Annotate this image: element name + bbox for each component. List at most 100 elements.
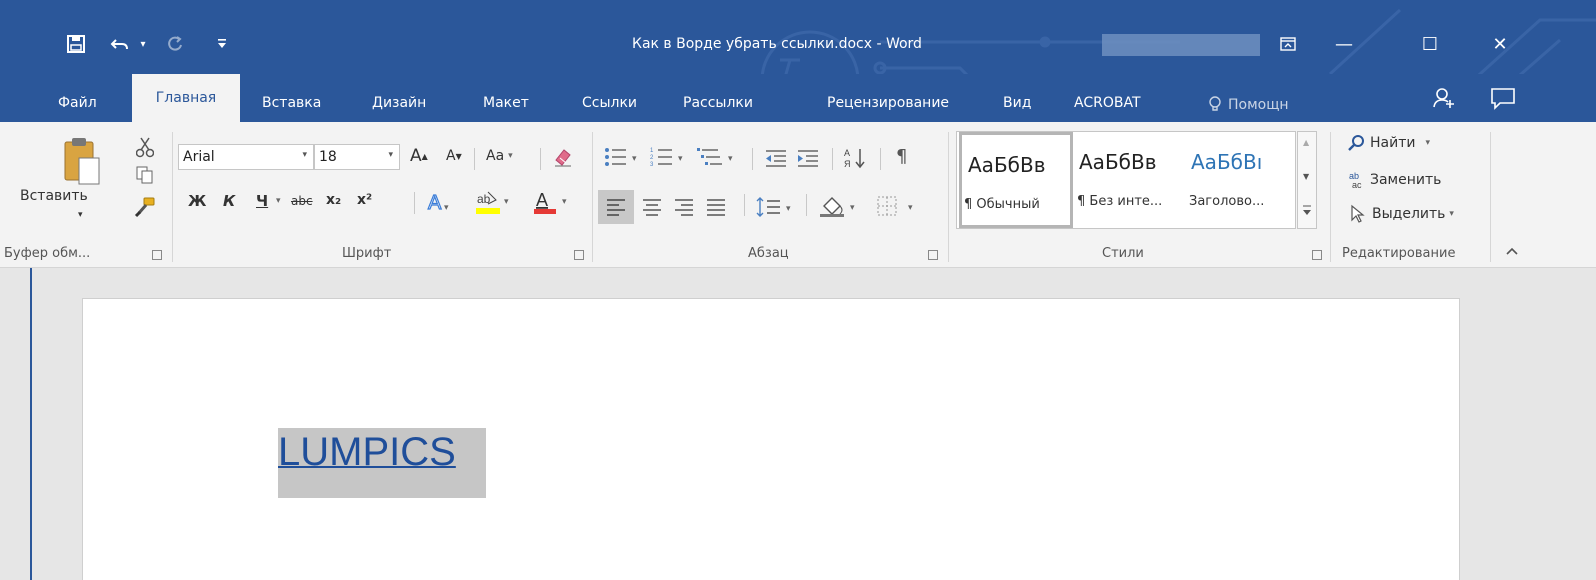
highlight-color-icon[interactable]: ab ▾	[474, 188, 514, 216]
tab-insert[interactable]: Вставка	[262, 88, 321, 122]
align-left-button[interactable]	[598, 190, 634, 224]
svg-text:▾: ▾	[562, 197, 567, 207]
replace-label: Заменить	[1370, 172, 1442, 188]
style-sample: АаБбВв	[1079, 150, 1157, 174]
group-separator	[948, 132, 949, 262]
font-color-icon[interactable]: A ▾	[532, 188, 572, 216]
italic-button[interactable]: К	[223, 192, 235, 210]
paste-dropdown-icon[interactable]: ▾	[78, 210, 83, 220]
cut-icon[interactable]	[136, 136, 154, 158]
scroll-down-icon[interactable]: ▼	[1303, 172, 1309, 181]
style-name: ¶ Без инте...	[1077, 194, 1163, 209]
maximize-button[interactable]: ☐	[1410, 28, 1450, 60]
separator	[752, 148, 753, 170]
styles-launcher-icon[interactable]	[1312, 250, 1322, 260]
find-button[interactable]: Найти ▾	[1348, 134, 1430, 152]
tab-design[interactable]: Дизайн	[372, 88, 426, 122]
scroll-up-icon[interactable]: ▲	[1303, 138, 1309, 147]
undo-icon[interactable]	[106, 30, 134, 58]
ribbon-tabs: Файл Главная Вставка Дизайн Макет Ссылки…	[0, 74, 1596, 122]
undo-dropdown-icon[interactable]: ▾	[136, 30, 150, 58]
justify-icon[interactable]	[706, 198, 726, 216]
paste-icon[interactable]	[62, 136, 102, 186]
superscript-button[interactable]: x²	[357, 192, 372, 208]
sort-icon[interactable]: АЯ	[844, 146, 868, 170]
change-case-button[interactable]: Aa ▾	[486, 148, 513, 164]
tell-me-box[interactable]: Помощн	[1208, 88, 1289, 122]
shrink-font-button[interactable]: A ▼	[446, 148, 462, 164]
line-spacing-icon[interactable]: ▾	[756, 196, 796, 218]
replace-button[interactable]: ab ac Заменить	[1348, 170, 1441, 190]
more-styles-icon[interactable]	[1301, 202, 1313, 218]
group-separator	[172, 132, 173, 262]
ribbon-display-options-icon[interactable]	[1268, 28, 1308, 60]
svg-text:▾: ▾	[908, 203, 913, 213]
font-group-label: Шрифт	[342, 246, 392, 261]
clear-formatting-icon[interactable]	[552, 146, 574, 168]
shading-icon[interactable]: ▾	[818, 194, 862, 218]
svg-text:ac: ac	[1352, 180, 1362, 190]
user-account-redacted[interactable]	[1102, 34, 1260, 56]
text-effects-icon[interactable]: A ▾	[426, 190, 452, 214]
subscript-button[interactable]: x₂	[326, 192, 341, 208]
tab-mailings[interactable]: Рассылки	[683, 88, 753, 122]
replace-icon: abac	[1349, 171, 1362, 190]
tab-references[interactable]: Ссылки	[582, 88, 637, 122]
bullets-icon[interactable]: ▾	[604, 146, 644, 168]
tab-acrobat[interactable]: ACROBAT	[1074, 88, 1141, 122]
close-button[interactable]: ✕	[1480, 28, 1520, 60]
group-separator	[592, 132, 593, 262]
align-center-icon[interactable]	[642, 198, 662, 216]
strikethrough-button[interactable]: abc	[291, 194, 313, 208]
style-heading[interactable]: АаБбВı Заголово...	[1187, 132, 1295, 228]
align-right-icon[interactable]	[674, 198, 694, 216]
font-name-combo[interactable]: Arial ▾	[178, 144, 314, 170]
svg-text:A: A	[536, 190, 548, 210]
ribbon: Вставить ▾ Буфер обм... Arial ▾ 18 ▾ A ▲ …	[0, 122, 1596, 268]
tab-review[interactable]: Рецензирование	[827, 88, 949, 122]
grow-font-button[interactable]: A ▲	[410, 146, 428, 166]
underline-dropdown-icon[interactable]: ▾	[276, 196, 281, 206]
chevron-down-icon: ▾	[388, 150, 393, 160]
paste-button[interactable]: Вставить	[20, 188, 88, 204]
tab-home[interactable]: Главная	[132, 74, 240, 122]
decrease-indent-icon[interactable]	[764, 148, 788, 168]
paragraph-launcher-icon[interactable]	[928, 250, 938, 260]
style-name: Заголово...	[1189, 194, 1265, 209]
copy-icon[interactable]	[136, 166, 154, 184]
separator	[880, 148, 881, 170]
style-sample: АаБбВı	[1191, 150, 1263, 174]
font-size-combo[interactable]: 18 ▾	[314, 144, 400, 170]
bold-button[interactable]: Ж	[188, 192, 206, 210]
customize-quick-access-icon[interactable]	[214, 30, 230, 58]
svg-text:A: A	[428, 192, 442, 214]
tab-view[interactable]: Вид	[1003, 88, 1031, 122]
tab-file[interactable]: Файл	[58, 88, 97, 122]
change-case-label: Aa	[486, 148, 505, 164]
redo-icon[interactable]	[164, 30, 188, 58]
styles-gallery-scroller[interactable]: ▲ ▼	[1297, 131, 1317, 229]
select-button[interactable]: Выделить ▾	[1350, 204, 1454, 224]
underline-button[interactable]: Ч	[256, 192, 268, 210]
numbering-icon[interactable]: 1 2 3 ▾	[650, 146, 690, 168]
separator	[474, 148, 475, 170]
comments-icon[interactable]	[1490, 86, 1516, 120]
tab-layout[interactable]: Макет	[483, 88, 529, 122]
svg-text:Я: Я	[844, 159, 851, 169]
style-no-spacing[interactable]: АаБбВв ¶ Без инте...	[1075, 132, 1185, 228]
collapse-ribbon-icon[interactable]	[1506, 246, 1518, 256]
minimize-button[interactable]: —	[1324, 28, 1364, 60]
format-painter-icon[interactable]	[134, 196, 156, 218]
clipboard-launcher-icon[interactable]	[152, 250, 162, 260]
title-bar: ▾ Как в Ворде убрать ссылки.docx - Word …	[0, 0, 1596, 74]
show-marks-button[interactable]: ¶	[896, 146, 907, 167]
increase-indent-icon[interactable]	[796, 148, 820, 168]
multilevel-list-icon[interactable]: ▾	[696, 146, 740, 168]
hyperlink-text[interactable]: LUMPICS	[278, 430, 456, 475]
save-icon[interactable]	[62, 30, 90, 58]
font-launcher-icon[interactable]	[574, 250, 584, 260]
style-normal[interactable]: АаБбВв ¶ Обычный	[959, 132, 1073, 228]
svg-text:▾: ▾	[678, 154, 683, 164]
borders-icon[interactable]: ▾	[876, 194, 920, 218]
share-icon[interactable]	[1432, 86, 1456, 120]
